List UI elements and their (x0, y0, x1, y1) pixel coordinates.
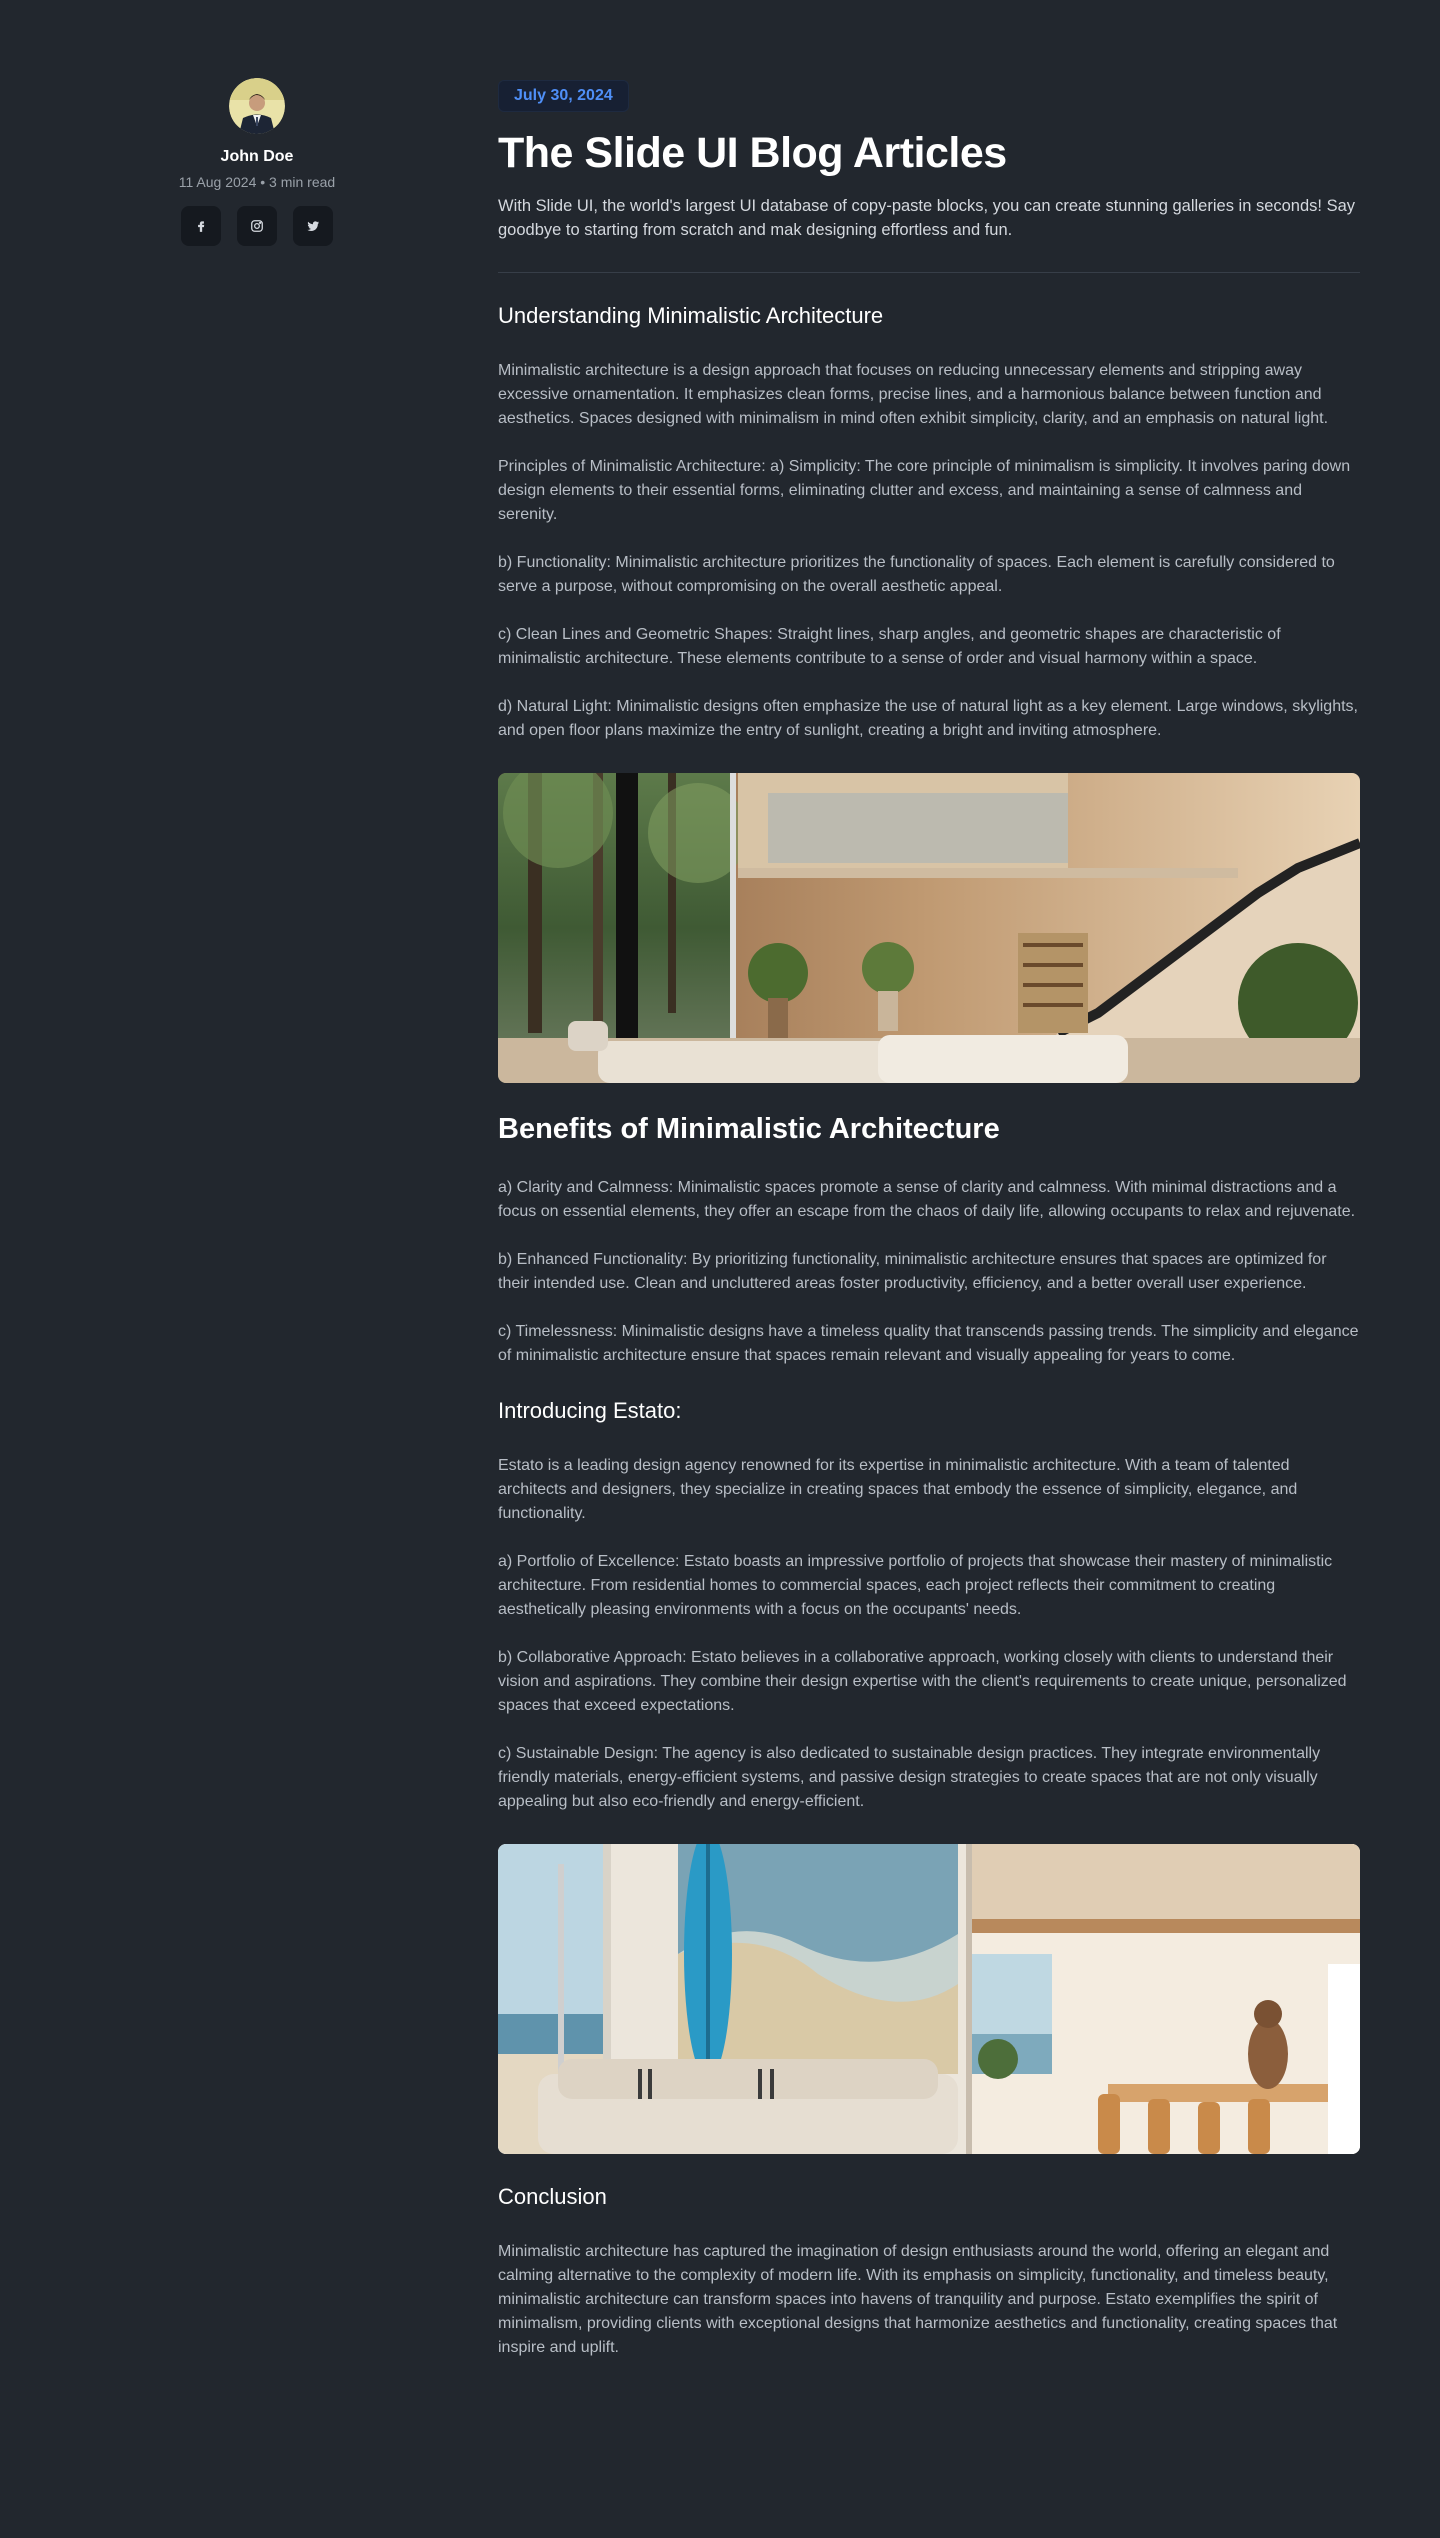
paragraph: Estato is a leading design agency renown… (498, 1456, 1298, 1522)
paragraph: a) Portfolio of Excellence: Estato boast… (498, 1552, 1333, 1618)
section-heading: Conclusion (498, 2183, 607, 2209)
paragraph: a) Clarity and Calmness: Minimalistic sp… (498, 1178, 1356, 1220)
paragraph: Principles of Minimalistic Architecture:… (498, 457, 1351, 523)
paragraph: c) Sustainable Design: The agency is als… (498, 1744, 1321, 1810)
paragraph: b) Functionality: Minimalistic architect… (498, 553, 1335, 595)
paragraph: Minimalistic architecture is a design ap… (498, 361, 1329, 427)
paragraph: b) Collaborative Approach: Estato believ… (498, 1648, 1347, 1714)
instagram-button[interactable] (237, 206, 277, 246)
paragraph: d) Natural Light: Minimalistic designs o… (498, 697, 1358, 739)
section-heading: Introducing Estato: (498, 1397, 682, 1423)
architecture-image-2 (498, 1843, 1360, 2154)
paragraph: b) Enhanced Functionality: By prioritizi… (498, 1250, 1327, 1292)
date-badge: July 30, 2024 (498, 80, 629, 112)
author-meta: 11 Aug 2024 • 3 min read (178, 174, 336, 190)
facebook-button[interactable] (181, 206, 221, 246)
page-title: The Slide UI Blog Articles (498, 129, 1007, 177)
twitter-icon (307, 221, 319, 232)
instagram-icon (251, 220, 263, 232)
author-card: John Doe 11 Aug 2024 • 3 min read (107, 78, 407, 246)
article-lead: With Slide UI, the world's largest UI da… (498, 196, 1356, 239)
section-heading: Understanding Minimalistic Architecture (498, 302, 884, 328)
section-heading: Benefits of Minimalistic Architecture (498, 1112, 1000, 1145)
architecture-image-1 (498, 772, 1360, 1083)
paragraph: c) Clean Lines and Geometric Shapes: Str… (498, 625, 1281, 667)
facebook-icon (198, 221, 205, 232)
paragraph: c) Timelessness: Minimalistic designs ha… (498, 1322, 1359, 1364)
paragraph: Minimalistic architecture has captured t… (498, 2242, 1338, 2356)
article: July 30, 2024 The Slide UI Blog Articles… (498, 80, 1360, 2360)
social-links (107, 206, 407, 246)
divider (498, 271, 1360, 273)
author-name: John Doe (220, 148, 294, 165)
avatar[interactable] (229, 78, 285, 134)
twitter-button[interactable] (293, 206, 333, 246)
